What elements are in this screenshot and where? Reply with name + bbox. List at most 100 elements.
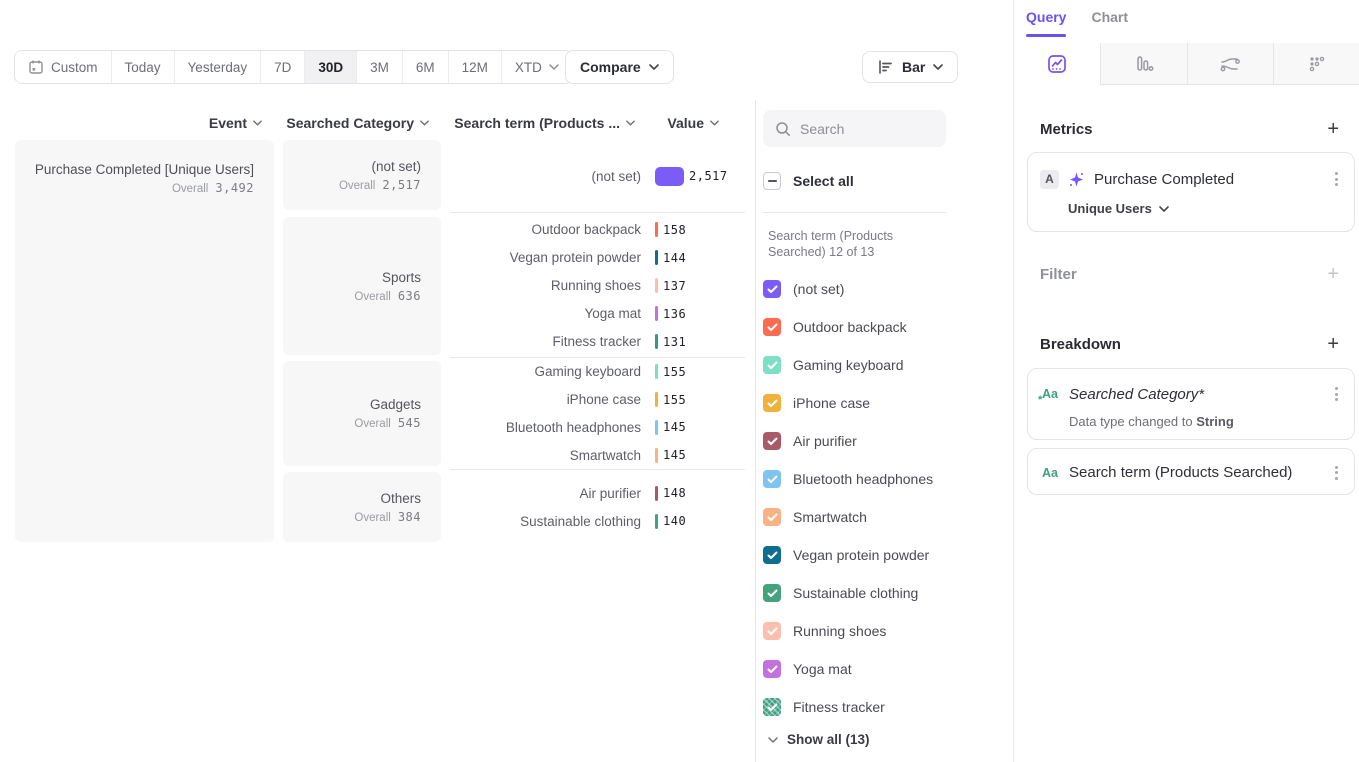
breakdown-note: Data type changed to String: [1069, 414, 1354, 429]
search-box: [763, 110, 946, 147]
column-header-event[interactable]: Event: [15, 112, 262, 134]
checkbox-checked[interactable]: [763, 318, 781, 336]
metrics-title: Metrics: [1040, 121, 1093, 138]
checkbox-row[interactable]: Air purifier: [763, 422, 993, 460]
column-header-term[interactable]: Search term (Products ...: [449, 112, 635, 134]
date-range-xtd[interactable]: XTD: [501, 51, 572, 83]
tab-query[interactable]: Query: [1026, 9, 1066, 37]
checkbox-row[interactable]: Outdoor backpack: [763, 308, 993, 346]
metric-card[interactable]: A Purchase Completed Unique Users: [1027, 152, 1355, 232]
select-all-row[interactable]: Select all: [763, 172, 854, 190]
metric-menu-button[interactable]: [1331, 168, 1342, 190]
metric-event-name: Purchase Completed: [1094, 171, 1322, 188]
value-bar: [655, 486, 658, 501]
tab-retention[interactable]: [1273, 43, 1359, 85]
checkbox-checked[interactable]: [763, 622, 781, 640]
string-property-icon: Aa*: [1040, 387, 1060, 401]
chevron-down-icon: [1159, 206, 1169, 212]
term-group: Air purifier 148 Sustainable clothing 14…: [449, 470, 745, 544]
checkbox-row[interactable]: Sustainable clothing: [763, 574, 993, 612]
add-metric-button[interactable]: +: [1327, 119, 1339, 139]
breakdown-section-header: Breakdown +: [1040, 334, 1339, 354]
term-group: Gaming keyboard 155 iPhone case 155 Blue…: [449, 358, 745, 469]
tab-insights[interactable]: [1014, 43, 1100, 85]
value-bar: [655, 334, 658, 349]
compare-button[interactable]: Compare: [565, 50, 674, 84]
breakdown-card[interactable]: Aa Search term (Products Searched): [1027, 448, 1355, 495]
report-type-tabs: [1014, 43, 1359, 85]
term-row: iPhone case 155: [449, 386, 745, 414]
date-range-6m[interactable]: 6M: [402, 51, 448, 83]
breakdown-menu-button[interactable]: [1331, 383, 1342, 405]
checkbox-checked[interactable]: [763, 508, 781, 526]
query-sidebar: Query Chart Metrics + A: [1013, 0, 1359, 762]
breakdown-title: Breakdown: [1040, 336, 1121, 353]
checkbox-row[interactable]: Yoga mat: [763, 650, 993, 688]
add-breakdown-button[interactable]: +: [1327, 334, 1339, 354]
checkbox-row[interactable]: Vegan protein powder: [763, 536, 993, 574]
add-filter-button[interactable]: +: [1327, 264, 1339, 284]
value-bar: [655, 278, 658, 293]
breakdown-menu-button[interactable]: [1331, 462, 1342, 484]
value-bar: [655, 222, 658, 237]
checkbox-row[interactable]: Running shoes: [763, 612, 993, 650]
tab-flows[interactable]: [1187, 43, 1274, 85]
checkbox-row[interactable]: Bluetooth headphones: [763, 460, 993, 498]
search-icon: [775, 121, 791, 137]
term-row: Fitness tracker 131: [449, 328, 745, 356]
checkbox-row[interactable]: Smartwatch: [763, 498, 993, 536]
date-range-today[interactable]: Today: [111, 51, 174, 83]
checkbox-row[interactable]: iPhone case: [763, 384, 993, 422]
date-range-7d[interactable]: 7D: [260, 51, 304, 83]
metrics-section-header: Metrics +: [1040, 119, 1339, 139]
tab-chart[interactable]: Chart: [1091, 9, 1128, 37]
select-all-checkbox[interactable]: [763, 172, 781, 190]
term-row: Smartwatch 145: [449, 441, 745, 469]
date-range-30d[interactable]: 30D: [304, 51, 356, 83]
chevron-down-icon: [649, 64, 659, 70]
date-range-yesterday[interactable]: Yesterday: [174, 51, 261, 83]
breakdown-card[interactable]: Aa* Searched Category* Data type changed…: [1027, 368, 1355, 440]
checkbox-row[interactable]: Fitness tracker: [763, 688, 993, 726]
term-row: Yoga mat 136: [449, 300, 745, 328]
column-header-value[interactable]: Value: [649, 112, 719, 134]
value-bar: [655, 392, 658, 407]
checkbox-checked[interactable]: [763, 280, 781, 298]
checkbox-checked[interactable]: [763, 584, 781, 602]
event-name: Purchase Completed [Unique Users]: [35, 162, 254, 177]
measure-dropdown[interactable]: Unique Users: [1068, 201, 1354, 216]
flows-icon: [1218, 53, 1242, 75]
date-range-label: Custom: [51, 60, 98, 75]
show-all-button[interactable]: Show all (13): [768, 732, 870, 747]
value-bar: [655, 306, 658, 321]
category-cell: Sports Overall636: [283, 217, 441, 355]
value-bar: [655, 514, 658, 529]
checkbox-checked[interactable]: [763, 660, 781, 678]
checkbox-checked[interactable]: [763, 470, 781, 488]
funnels-icon: [1133, 53, 1155, 75]
value-bar: [655, 364, 658, 379]
date-range-12m[interactable]: 12M: [448, 51, 501, 83]
date-range-custom[interactable]: Custom: [15, 51, 111, 83]
term-row: Running shoes 137: [449, 272, 745, 300]
checkbox-checked[interactable]: [763, 546, 781, 564]
checkbox-checked[interactable]: [763, 432, 781, 450]
term-row: Vegan protein powder 144: [449, 244, 745, 272]
tab-funnels[interactable]: [1100, 43, 1187, 85]
term-row: Gaming keyboard 155: [449, 358, 745, 386]
checkbox-row[interactable]: (not set): [763, 270, 993, 308]
date-range-3m[interactable]: 3M: [356, 51, 402, 83]
checkbox-checked[interactable]: [763, 394, 781, 412]
term-row: Sustainable clothing 140: [449, 507, 745, 535]
chevron-down-icon: [253, 120, 262, 126]
retention-icon: [1306, 53, 1328, 75]
chart-type-select[interactable]: Bar: [862, 51, 958, 83]
checkbox-row[interactable]: Gaming keyboard: [763, 346, 993, 384]
checkbox-checked[interactable]: [763, 698, 781, 716]
chevron-down-icon: [933, 64, 943, 70]
search-input[interactable]: [800, 121, 930, 137]
column-header-category[interactable]: Searched Category: [283, 112, 429, 134]
checkbox-checked[interactable]: [763, 356, 781, 374]
breakdown-property-name: Searched Category*: [1069, 386, 1322, 403]
filter-title: Filter: [1040, 266, 1077, 283]
